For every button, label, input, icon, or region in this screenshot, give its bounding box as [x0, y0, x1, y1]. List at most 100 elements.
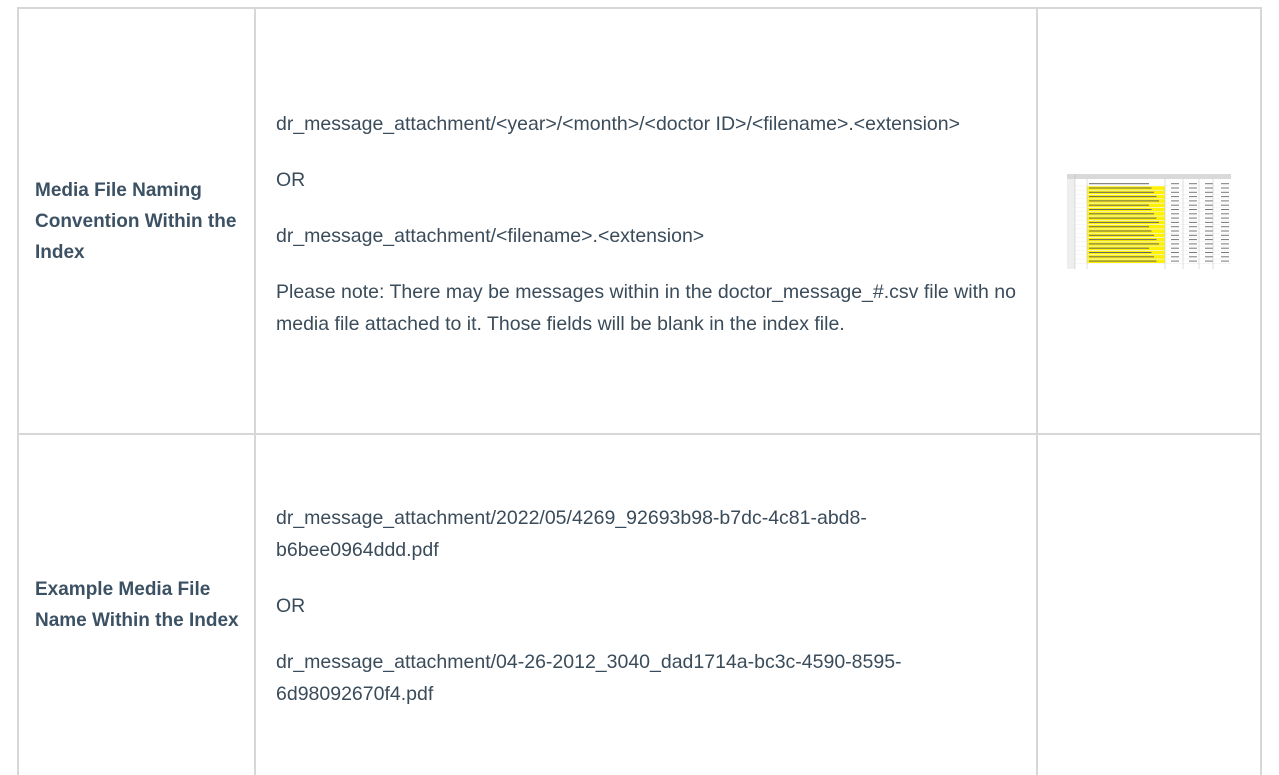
- thumb-text-line: [1089, 260, 1157, 262]
- thumb-text-line: [1089, 234, 1154, 236]
- thumb-cell-value: [1189, 251, 1197, 253]
- thumb-cell-value: [1171, 230, 1179, 231]
- thumb-cell-value: [1205, 199, 1213, 201]
- thumb-cell-value: [1205, 255, 1213, 257]
- thumb-text-line: [1089, 208, 1152, 210]
- thumb-cell-value: [1171, 260, 1179, 262]
- thumb-cell-value: [1221, 225, 1229, 227]
- thumb-cell-value: [1189, 247, 1197, 249]
- thumb-cell-value: [1205, 230, 1213, 231]
- thumb-cell-value: [1205, 221, 1213, 223]
- thumb-text-line: [1089, 247, 1149, 249]
- thumb-cell-value: [1189, 260, 1197, 262]
- thumb-cell-value: [1221, 234, 1229, 236]
- thumb-text-line: [1089, 217, 1157, 219]
- thumb-cell-value: [1205, 225, 1213, 227]
- thumb-text-line: [1089, 238, 1157, 240]
- thumb-cell-value: [1221, 191, 1229, 193]
- or-separator: OR: [276, 169, 306, 191]
- thumb-cell-value: [1171, 255, 1179, 257]
- thumb-cell-value: [1189, 199, 1197, 201]
- spreadsheet-screenshot-icon[interactable]: [1067, 173, 1231, 269]
- thumb-cell-value: [1205, 208, 1213, 210]
- thumb-cell-value: [1171, 247, 1179, 249]
- row-content-cell: dr_message_attachment/<year>/<month>/<do…: [254, 7, 1038, 435]
- thumb-cell-value: [1205, 251, 1213, 253]
- thumb-cell-value: [1189, 212, 1197, 214]
- thumb-text-line: [1089, 255, 1154, 257]
- thumb-cell-value: [1189, 217, 1197, 219]
- naming-convention-pattern: dr_message_attachment/<year>/<month>/<do…: [276, 113, 961, 135]
- thumb-cell-value: [1205, 204, 1213, 206]
- thumb-cell-value: [1205, 238, 1213, 240]
- thumb-cell-value: [1221, 187, 1229, 188]
- thumb-cell-value: [1221, 212, 1229, 214]
- table-row: Example Media File Name Within the Index…: [17, 433, 1262, 775]
- thumb-cell-value: [1189, 255, 1197, 257]
- thumb-cell-value: [1221, 260, 1229, 262]
- thumb-text-line: [1089, 212, 1154, 214]
- thumb-cell-value: [1221, 255, 1229, 257]
- thumb-text-line: [1089, 230, 1152, 231]
- thumb-cell-value: [1189, 182, 1197, 184]
- or-separator: OR: [276, 595, 306, 617]
- thumb-cell-value: [1205, 234, 1213, 236]
- thumb-text-line: [1089, 199, 1159, 201]
- blank-fields-note: Please note: There may be messages withi…: [276, 281, 1016, 335]
- thumb-cell-value: [1171, 251, 1179, 253]
- naming-convention-alt-pattern: dr_message_attachment/<filename>.<extens…: [276, 225, 705, 247]
- example-file-name-alt: dr_message_attachment/04-26-2012_3040_da…: [276, 651, 902, 705]
- row-content-cell: dr_message_attachment/2022/05/4269_92693…: [254, 433, 1038, 775]
- thumb-cell-value: [1171, 208, 1179, 210]
- thumb-cell-value: [1189, 221, 1197, 223]
- thumb-text-line: [1089, 182, 1149, 184]
- thumb-cell-value: [1205, 191, 1213, 193]
- row-label: Media File Naming Convention Within the …: [35, 179, 237, 263]
- thumb-cell-value: [1171, 187, 1179, 188]
- thumb-text-line: [1089, 225, 1149, 227]
- empty-cell: [1036, 433, 1262, 775]
- thumb-cell-value: [1189, 191, 1197, 193]
- thumb-cell-value: [1221, 182, 1229, 184]
- thumb-text-line: [1089, 221, 1159, 223]
- thumb-cell-value: [1171, 182, 1179, 184]
- thumb-text-line: [1089, 187, 1152, 188]
- thumb-cell-value: [1171, 204, 1179, 206]
- thumb-cell-value: [1189, 187, 1197, 188]
- thumb-cell-value: [1205, 187, 1213, 188]
- thumb-cell-value: [1221, 238, 1229, 240]
- thumb-cell-value: [1171, 225, 1179, 227]
- thumb-cell-value: [1221, 204, 1229, 206]
- thumb-cell-value: [1171, 191, 1179, 193]
- thumb-cell-value: [1189, 242, 1197, 244]
- thumb-text-line: [1089, 204, 1149, 206]
- row-label-cell: Media File Naming Convention Within the …: [17, 7, 256, 435]
- thumb-cell-value: [1189, 225, 1197, 227]
- thumb-cell-value: [1189, 208, 1197, 210]
- thumb-cell-value: [1221, 217, 1229, 219]
- thumb-cell-value: [1171, 212, 1179, 214]
- thumb-cell-value: [1171, 238, 1179, 240]
- thumb-cell-value: [1205, 212, 1213, 214]
- thumb-cell-value: [1189, 238, 1197, 240]
- thumb-text-line: [1089, 191, 1154, 193]
- thumb-cell-value: [1221, 208, 1229, 210]
- thumb-text-line: [1089, 195, 1157, 197]
- thumb-cell-value: [1205, 247, 1213, 249]
- thumb-cell-value: [1171, 217, 1179, 219]
- image-cell: [1036, 7, 1262, 435]
- row-label-cell: Example Media File Name Within the Index: [17, 433, 256, 775]
- thumb-cell-value: [1189, 234, 1197, 236]
- row-label: Example Media File Name Within the Index: [35, 579, 239, 631]
- thumb-cell-value: [1205, 242, 1213, 244]
- thumb-cell-value: [1221, 221, 1229, 223]
- thumb-cell-value: [1205, 195, 1213, 197]
- thumb-cell-value: [1171, 234, 1179, 236]
- thumb-cell-value: [1221, 247, 1229, 249]
- thumb-cell-value: [1171, 242, 1179, 244]
- thumb-cell-value: [1171, 221, 1179, 223]
- thumb-cell-value: [1221, 242, 1229, 244]
- thumb-cell-value: [1221, 230, 1229, 231]
- info-table: Media File Naming Convention Within the …: [17, 7, 1262, 775]
- thumb-cell-value: [1189, 195, 1197, 197]
